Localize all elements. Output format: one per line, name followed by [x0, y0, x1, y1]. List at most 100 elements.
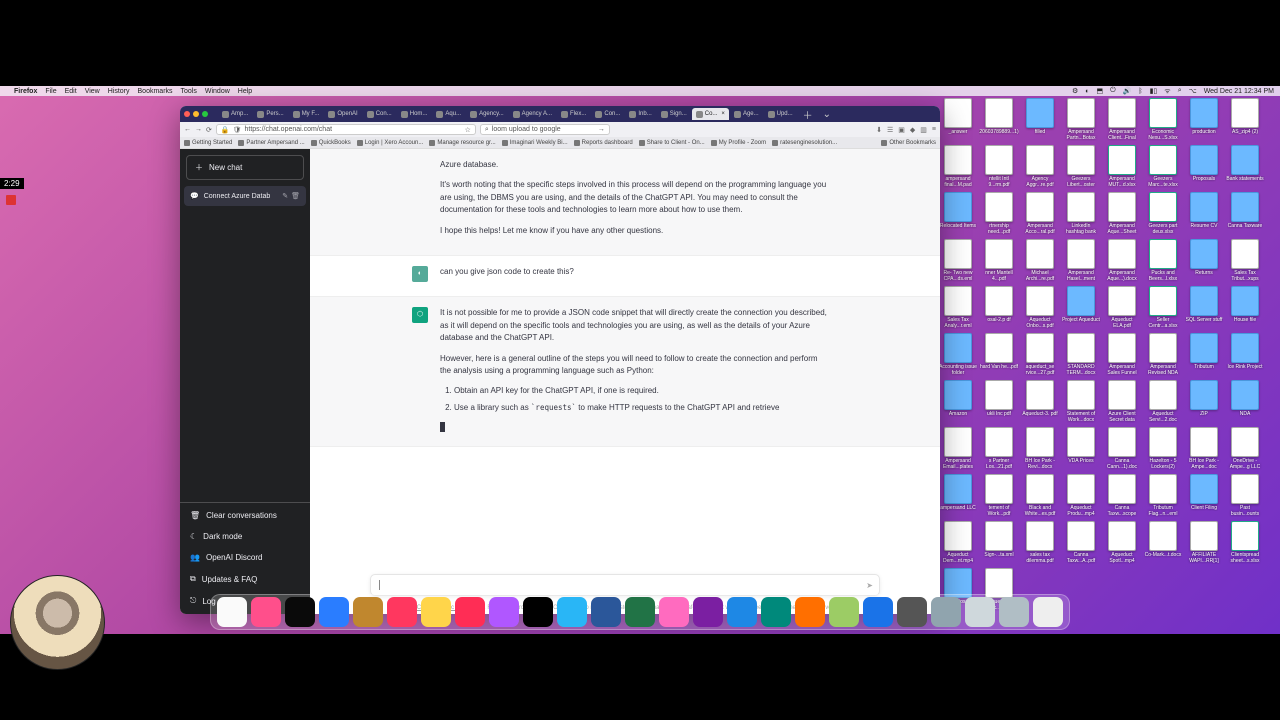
desktop-file[interactable]: Ice Rink Project — [1225, 333, 1265, 379]
desktop-file[interactable]: Re- Two new CPA...ds.eml — [938, 239, 978, 285]
menu-file[interactable]: File — [45, 88, 56, 95]
browser-tab[interactable]: Co...× — [692, 108, 729, 120]
browser-tab[interactable]: Flex... — [557, 108, 590, 120]
desktop-file[interactable]: Aqueduct-3. pdf — [1020, 380, 1060, 426]
desktop-file[interactable]: AFFILIATE WAPI...RR[1] — [1184, 521, 1224, 567]
ext-icon[interactable]: ≡ — [932, 126, 936, 134]
menu-window[interactable]: Window — [205, 88, 230, 95]
desktop-file[interactable]: Black and White...es.pdf — [1020, 474, 1060, 520]
browser-tab[interactable]: Agency... — [466, 108, 508, 120]
desktop-file[interactable]: tement of Work...pdf — [979, 474, 1019, 520]
desktop-file[interactable]: Canna Taxw...A..pdf — [1061, 521, 1101, 567]
dock-app[interactable] — [931, 597, 961, 627]
dock-app[interactable] — [693, 597, 723, 627]
download-icon[interactable]: ⬇ — [876, 126, 882, 134]
browser-tab[interactable]: Upd... — [764, 108, 797, 120]
desktop-file[interactable]: Geezers Marc...te.xlsx — [1143, 145, 1183, 191]
browser-tab[interactable]: Aqu... — [432, 108, 465, 120]
bookmark-item[interactable]: Imaginari Weekly Bi... — [502, 140, 568, 146]
browser-tab[interactable]: Hom... — [397, 108, 432, 120]
new-tab-button[interactable]: ＋ — [799, 107, 817, 122]
control-center-icon[interactable]: ⌥ — [1189, 87, 1197, 95]
browser-search-input[interactable]: ⌕ loom upload to google → — [480, 124, 610, 135]
close-tab-icon[interactable]: × — [721, 111, 725, 117]
desktop-file[interactable]: ZIP — [1184, 380, 1224, 426]
menu-history[interactable]: History — [108, 88, 130, 95]
dock-app[interactable] — [455, 597, 485, 627]
desktop-file[interactable]: STANDARD TERM...docx — [1061, 333, 1101, 379]
desktop-file[interactable]: Sign-...ta.xml — [979, 521, 1019, 567]
sidebar-discord[interactable]: 👥OpenAI Discord — [180, 547, 310, 568]
desktop-file[interactable]: Aqueduct Dem...nt.mp4 — [938, 521, 978, 567]
status-icon[interactable]: ⏻ — [1110, 87, 1116, 95]
browser-tab[interactable]: Sign... — [657, 108, 691, 120]
ext-icon[interactable]: ▥ — [920, 126, 927, 134]
menubar-clock[interactable]: Wed Dec 21 12:34 PM — [1204, 88, 1274, 95]
desktop-file[interactable]: Ampersand Aque...).docx — [1102, 239, 1142, 285]
go-icon[interactable]: → — [598, 126, 605, 133]
desktop-file[interactable]: Economic Nexu...S.xlsx — [1143, 98, 1183, 144]
maximize-icon[interactable] — [202, 111, 208, 117]
desktop-file[interactable]: Canna Taxw...scope — [1102, 474, 1142, 520]
browser-tab[interactable]: Inb... — [625, 108, 655, 120]
desktop-file[interactable]: OneDrive - Ampe...g LLC — [1225, 427, 1265, 473]
desktop-file[interactable]: ukli Inc pdf — [979, 380, 1019, 426]
account-icon[interactable]: ☰ — [887, 126, 893, 134]
desktop-file[interactable]: Proposals — [1184, 145, 1224, 191]
desktop-file[interactable]: rtnership need...pdf — [979, 192, 1019, 238]
sidebar-moon[interactable]: ☾Dark mode — [180, 526, 310, 547]
bluetooth-icon[interactable]: ᛒ — [1138, 88, 1142, 95]
browser-tab[interactable]: Age... — [730, 108, 763, 120]
desktop-file[interactable]: production — [1184, 98, 1224, 144]
desktop-file[interactable]: BH Ice Park - Ampe...doc — [1184, 427, 1224, 473]
desktop-file[interactable]: ntellit Intl 9...rm.pdf — [979, 145, 1019, 191]
desktop-file[interactable]: NDA — [1225, 380, 1265, 426]
bookmark-item[interactable]: My Profile - Zoom — [711, 140, 766, 146]
new-chat-button[interactable]: ＋ New chat — [186, 155, 304, 180]
desktop-file[interactable]: Ampersand MUT...d.xlsx — [1102, 145, 1142, 191]
desktop-file[interactable]: sales tax dilemma.pdf — [1020, 521, 1060, 567]
desktop-file[interactable]: VDA Prices — [1061, 427, 1101, 473]
delete-icon[interactable]: 🗑 — [291, 192, 300, 200]
ext-icon[interactable]: ◆ — [910, 126, 915, 134]
desktop-file[interactable]: Ampersand Partn...Botax — [1061, 98, 1101, 144]
desktop-file[interactable]: Returns — [1184, 239, 1224, 285]
status-icon[interactable]: ⚙ — [1072, 87, 1078, 95]
close-icon[interactable] — [184, 111, 190, 117]
desktop-file[interactable]: Aqueduct Spotl...mp4 — [1102, 521, 1142, 567]
desktop-file[interactable]: osal-2.p df — [979, 286, 1019, 332]
desktop-file[interactable]: Project Aqueduct — [1061, 286, 1101, 332]
desktop-file[interactable]: Amazon — [938, 380, 978, 426]
menu-tools[interactable]: Tools — [181, 88, 197, 95]
bookmark-item[interactable]: Share to Client - On... — [639, 140, 705, 146]
dock-app[interactable] — [727, 597, 757, 627]
desktop-file[interactable]: ampersand LLC — [938, 474, 978, 520]
desktop-file[interactable]: hard Van he...pdf — [979, 333, 1019, 379]
desktop-file[interactable]: Clientspread sheet...s.xlsx — [1225, 521, 1265, 567]
desktop-file[interactable]: Aqueduct ELA.pdf — [1102, 286, 1142, 332]
window-controls[interactable] — [184, 111, 208, 117]
bookmark-item[interactable]: QuickBooks — [311, 140, 351, 146]
desktop-file[interactable]: Ampersand Hasel...ment — [1061, 239, 1101, 285]
desktop-file[interactable]: Seller Centr...a.xlsx — [1143, 286, 1183, 332]
status-icon[interactable]: 🔊 — [1123, 87, 1132, 95]
desktop-file[interactable]: Co-Mark...t.docx — [1143, 521, 1183, 567]
dock-app[interactable] — [285, 597, 315, 627]
minimize-icon[interactable] — [193, 111, 199, 117]
desktop-file[interactable]: Aqueduct Servi...2.doc — [1143, 380, 1183, 426]
status-icon[interactable]: ⬒ — [1096, 87, 1103, 95]
browser-tab[interactable]: Con... — [363, 108, 396, 120]
send-icon[interactable]: ➤ — [866, 581, 873, 590]
message-input[interactable]: ➤ — [370, 574, 880, 596]
desktop-file[interactable]: Agency Aggr...re.pdf — [1020, 145, 1060, 191]
desktop-file[interactable]: filled — [1020, 98, 1060, 144]
dock-app[interactable] — [353, 597, 383, 627]
desktop-file[interactable]: Sales Tax Tribut...xups — [1225, 239, 1265, 285]
dock-app[interactable] — [591, 597, 621, 627]
dock-app[interactable] — [421, 597, 451, 627]
desktop-file[interactable]: Relocated Items — [938, 192, 978, 238]
dock-app[interactable] — [251, 597, 281, 627]
desktop-file[interactable]: aqueduct_se rvice...27.pdf — [1020, 333, 1060, 379]
dock-app[interactable] — [557, 597, 587, 627]
bookmark-item[interactable]: Reports dashboard — [574, 140, 633, 146]
